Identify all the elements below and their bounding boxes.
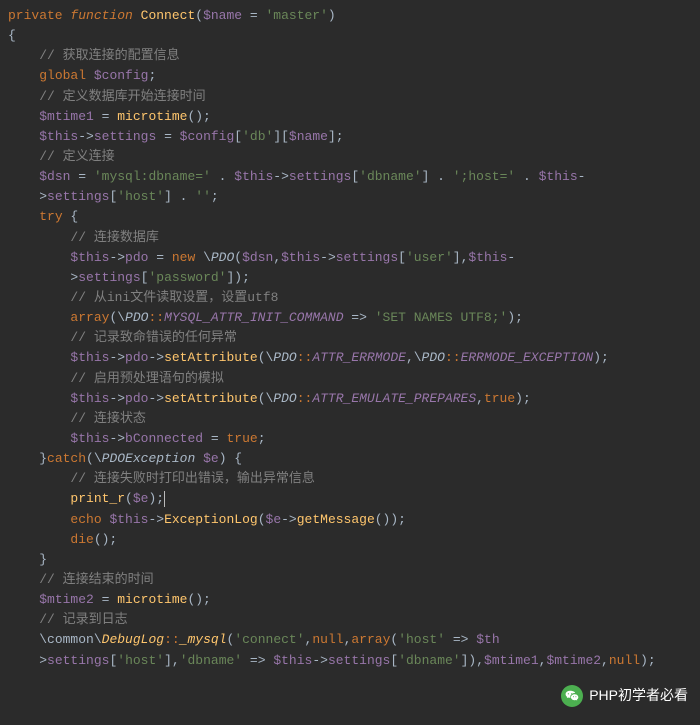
code-line: $mtime2 = microtime();	[8, 590, 692, 610]
code-line: \common\DebugLog::_mysql('connect',null,…	[8, 630, 692, 650]
code-line: die();	[8, 530, 692, 550]
code-line: $dsn = 'mysql:dbname=' . $this->settings…	[8, 167, 692, 187]
code-line: global $config;	[8, 66, 692, 86]
code-line: echo $this->ExceptionLog($e->getMessage(…	[8, 510, 692, 530]
code-line: }catch(\PDOException $e) {	[8, 449, 692, 469]
code-line: // 启用预处理语句的模拟	[8, 369, 692, 389]
code-line: // 记录致命错误的任何异常	[8, 328, 692, 348]
watermark-text: PHP初学者必看	[589, 685, 688, 707]
code-line: >settings['host'] . '';	[8, 187, 692, 207]
code-line: $this->bConnected = true;	[8, 429, 692, 449]
code-line: // 定义数据库开始连接时间	[8, 87, 692, 107]
code-block: private function Connect($name = 'master…	[8, 6, 692, 671]
code-line: >settings['password']);	[8, 268, 692, 288]
code-line: $mtime1 = microtime();	[8, 107, 692, 127]
code-line: $this->pdo->setAttribute(\PDO::ATTR_ERRM…	[8, 348, 692, 368]
code-line: // 连接状态	[8, 409, 692, 429]
code-line: $this->pdo->setAttribute(\PDO::ATTR_EMUL…	[8, 389, 692, 409]
code-line: $this->pdo = new \PDO($dsn,$this->settin…	[8, 248, 692, 268]
wechat-icon	[561, 685, 583, 707]
code-line: // 连接结束的时间	[8, 570, 692, 590]
code-line: }	[8, 550, 692, 570]
watermark: PHP初学者必看	[561, 685, 688, 707]
code-line: try {	[8, 207, 692, 227]
code-line: $this->settings = $config['db'][$name];	[8, 127, 692, 147]
code-line: array(\PDO::MYSQL_ATTR_INIT_COMMAND => '…	[8, 308, 692, 328]
code-line: private function Connect($name = 'master…	[8, 6, 692, 26]
code-line: // 获取连接的配置信息	[8, 46, 692, 66]
code-line: // 连接失败时打印出错误，输出异常信息	[8, 469, 692, 489]
code-line: // 记录到日志	[8, 610, 692, 630]
code-line: // 从ini文件读取设置，设置utf8	[8, 288, 692, 308]
code-line: {	[8, 26, 692, 46]
code-line: >settings['host'],'dbname' => $this->set…	[8, 651, 692, 671]
code-line: // 定义连接	[8, 147, 692, 167]
code-line: print_r($e);	[8, 489, 692, 509]
code-line: // 连接数据库	[8, 228, 692, 248]
text-cursor	[164, 491, 165, 507]
